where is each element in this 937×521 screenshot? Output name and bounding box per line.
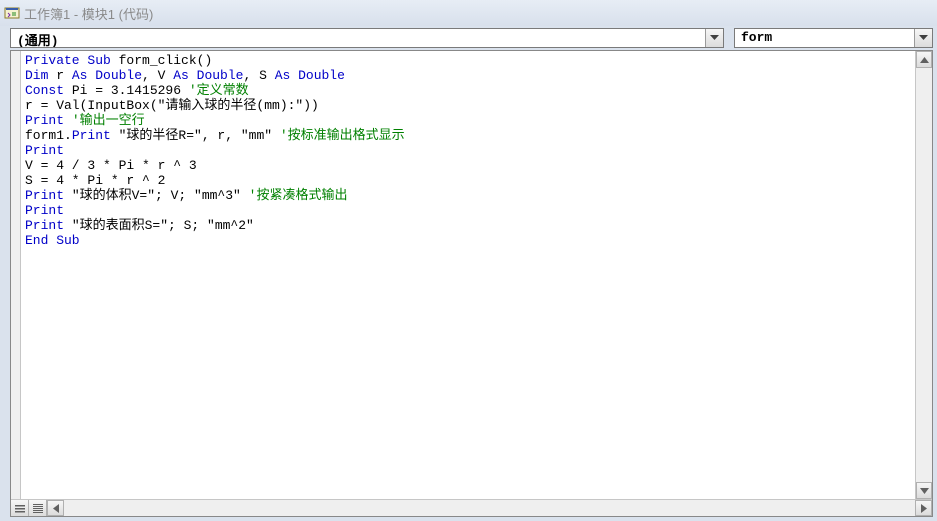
titlebar: 工作簿1 - 模块1 (代码) bbox=[0, 0, 937, 26]
code-line: Print '输出一空行 bbox=[25, 113, 914, 128]
code-line: Dim r As Double, V As Double, S As Doubl… bbox=[25, 68, 914, 83]
procedure-combobox[interactable]: form bbox=[734, 28, 933, 48]
code-line: Print bbox=[25, 143, 914, 158]
code-line: r = Val(InputBox("请输入球的半径(mm):")) bbox=[25, 98, 914, 113]
chevron-down-icon[interactable] bbox=[705, 29, 723, 47]
scroll-down-button[interactable] bbox=[916, 482, 932, 499]
margin-indicator-bar bbox=[11, 51, 21, 499]
code-window: 工作簿1 - 模块1 (代码) (通用) form Private Sub fo… bbox=[0, 0, 937, 521]
object-combobox-text: (通用) bbox=[11, 29, 705, 47]
code-line: Print "球的表面积S="; S; "mm^2" bbox=[25, 218, 914, 233]
procedure-view-button[interactable] bbox=[11, 500, 29, 516]
full-module-view-button[interactable] bbox=[29, 500, 47, 516]
horizontal-scrollbar[interactable] bbox=[47, 500, 932, 516]
code-line: Private Sub form_click() bbox=[25, 53, 914, 68]
code-line: End Sub bbox=[25, 233, 914, 248]
code-line: Print "球的体积V="; V; "mm^3" '按紧凑格式输出 bbox=[25, 188, 914, 203]
code-line: Print bbox=[25, 203, 914, 218]
vertical-scrollbar[interactable] bbox=[915, 51, 932, 499]
bottom-bar bbox=[11, 499, 932, 516]
code-editor: Private Sub form_click()Dim r As Double,… bbox=[10, 50, 933, 517]
scroll-right-button[interactable] bbox=[915, 500, 932, 516]
code-line: Const Pi = 3.1415296 '定义常数 bbox=[25, 83, 914, 98]
dropdown-row: (通用) form bbox=[0, 26, 937, 50]
window-title: 工作簿1 - 模块1 (代码) bbox=[24, 4, 153, 23]
code-line: S = 4 * Pi * r ^ 2 bbox=[25, 173, 914, 188]
scroll-track[interactable] bbox=[916, 68, 932, 482]
code-line: V = 4 / 3 * Pi * r ^ 3 bbox=[25, 158, 914, 173]
code-line: form1.Print "球的半径R=", r, "mm" '按标准输出格式显示 bbox=[25, 128, 914, 143]
code-area[interactable]: Private Sub form_click()Dim r As Double,… bbox=[11, 51, 932, 499]
module-icon bbox=[4, 5, 20, 21]
chevron-down-icon[interactable] bbox=[914, 29, 932, 47]
scroll-left-button[interactable] bbox=[47, 500, 64, 516]
scroll-up-button[interactable] bbox=[916, 51, 932, 68]
object-combobox[interactable]: (通用) bbox=[10, 28, 724, 48]
procedure-combobox-text: form bbox=[735, 29, 914, 47]
code-text[interactable]: Private Sub form_click()Dim r As Double,… bbox=[25, 53, 914, 248]
